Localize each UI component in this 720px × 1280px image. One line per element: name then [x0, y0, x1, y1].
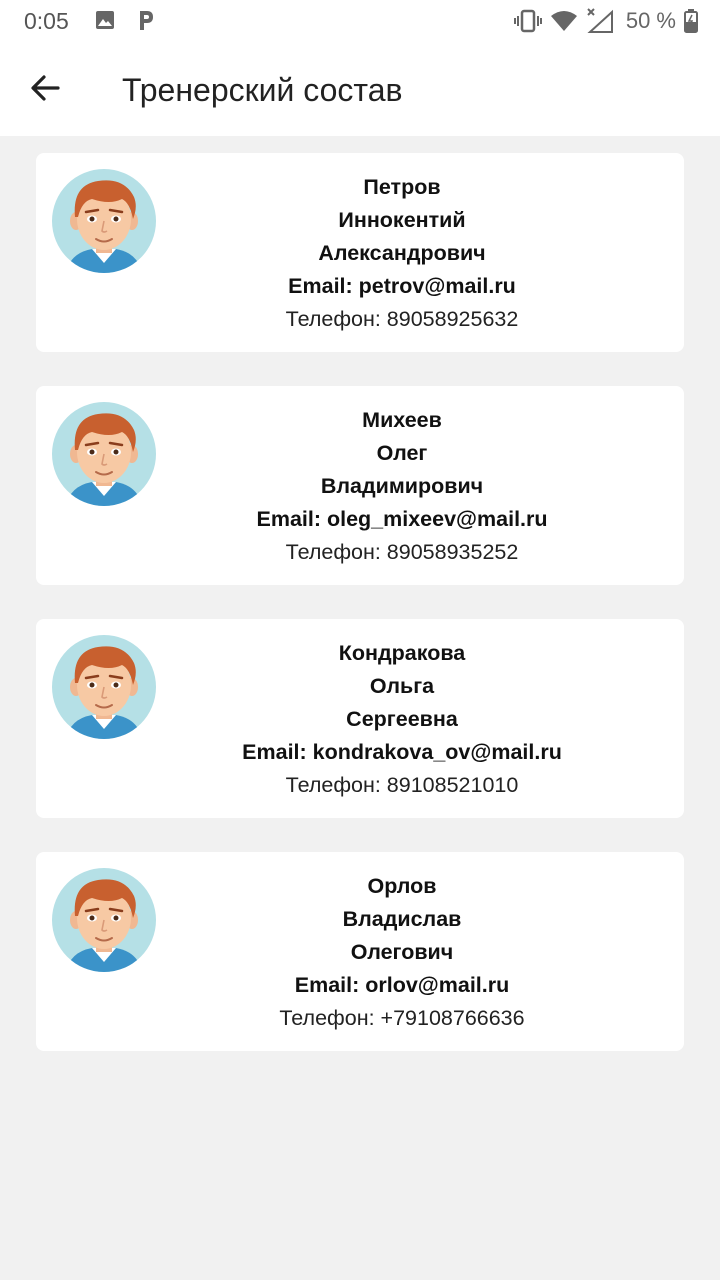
app-bar: Тренерский состав — [0, 44, 720, 136]
coach-patronymic: Олегович — [350, 940, 454, 964]
battery-text: 50 % — [625, 8, 676, 33]
image-icon — [96, 11, 114, 29]
p-app-icon — [140, 11, 153, 30]
page-title: Тренерский состав — [122, 72, 403, 108]
coach-info: Михеев Олег Владимирович Email: oleg_mix… — [120, 404, 684, 569]
coach-name: Ольга — [369, 674, 435, 698]
coach-email: Email: kondrakova_ov@mail.ru — [242, 740, 562, 764]
coach-email: Email: orlov@mail.ru — [294, 973, 510, 997]
battery-icon — [684, 9, 698, 33]
coach-info: Петров Иннокентий Александрович Email: p… — [120, 171, 684, 336]
status-time: 0:05 — [24, 8, 69, 34]
coach-card[interactable]: Михеев Олег Владимирович Email: oleg_mix… — [36, 386, 684, 585]
arrow-left-icon[interactable] — [26, 68, 66, 108]
no-signal-icon — [587, 8, 613, 33]
coach-patronymic: Сергеевна — [346, 707, 458, 731]
coach-surname: Орлов — [367, 874, 437, 898]
coach-email: Email: petrov@mail.ru — [288, 274, 516, 298]
coach-name: Владислав — [342, 907, 462, 931]
coach-info: Кондракова Ольга Сергеевна Email: kondra… — [120, 637, 684, 802]
coach-info: Орлов Владислав Олегович Email: orlov@ma… — [120, 870, 684, 1035]
coach-name: Олег — [376, 441, 428, 465]
status-bar: 0:05 50 % — [0, 0, 720, 44]
coach-list: Петров Иннокентий Александрович Email: p… — [36, 153, 684, 1085]
coach-patronymic: Александрович — [318, 241, 486, 265]
coach-name: Иннокентий — [338, 208, 466, 232]
coach-card[interactable]: Петров Иннокентий Александрович Email: p… — [36, 153, 684, 352]
wifi-icon — [550, 11, 577, 31]
coach-phone: Телефон: 89058935252 — [285, 540, 519, 564]
coach-surname: Михеев — [362, 408, 442, 432]
coach-phone: Телефон: 89058925632 — [285, 307, 519, 331]
coach-phone: Телефон: +79108766636 — [279, 1006, 525, 1030]
coach-email: Email: oleg_mixeev@mail.ru — [256, 507, 548, 531]
vibrate-icon — [513, 9, 542, 33]
coach-surname: Кондракова — [338, 641, 466, 665]
coach-card[interactable]: Орлов Владислав Олегович Email: orlov@ma… — [36, 852, 684, 1051]
coach-phone: Телефон: 89108521010 — [285, 773, 519, 797]
coach-patronymic: Владимирович — [320, 474, 484, 498]
coach-surname: Петров — [363, 175, 441, 199]
coach-card[interactable]: Кондракова Ольга Сергеевна Email: kondra… — [36, 619, 684, 818]
